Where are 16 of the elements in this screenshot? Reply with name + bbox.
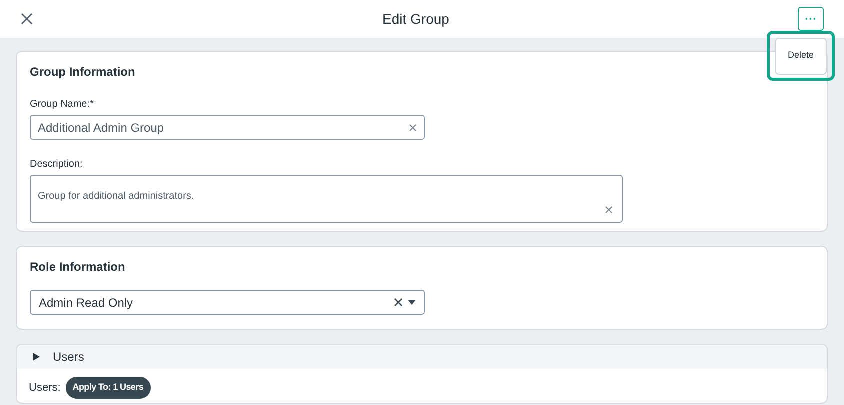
apply-to-badge: Apply To: 1 Users — [66, 377, 151, 398]
section-title: Group Information — [30, 64, 136, 81]
dialog-title: Edit Group — [382, 10, 450, 29]
users-section-header[interactable]: Users — [17, 345, 827, 369]
close-button[interactable] — [20, 12, 34, 26]
close-icon — [20, 12, 34, 26]
section-title: Role Information — [30, 259, 126, 276]
users-label: Users: — [29, 380, 61, 396]
field-label: Description: — [30, 158, 84, 172]
group-name-field[interactable]: Additional Admin Group — [30, 115, 425, 140]
description-field[interactable]: Group for additional administrators. — [30, 175, 623, 223]
role-select[interactable]: Admin Read Only — [30, 290, 425, 315]
clear-icon[interactable] — [394, 298, 403, 307]
delete-menu-item[interactable]: Delete — [788, 49, 814, 63]
caret-icon[interactable] — [408, 300, 416, 305]
field-label: Group Name:* — [30, 98, 95, 112]
